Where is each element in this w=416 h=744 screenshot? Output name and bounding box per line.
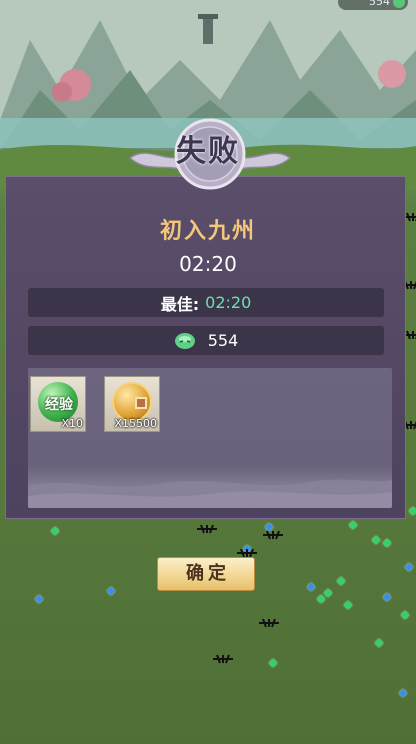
- ghost-currency-icon: [174, 332, 195, 349]
- exp-gem: [382, 538, 392, 548]
- ghost-currency-icon: [393, 0, 405, 8]
- enemy-sprite: [197, 524, 217, 534]
- reward-label: 经验: [45, 397, 73, 413]
- coin-hole: [135, 397, 147, 409]
- blue-gem: [106, 586, 116, 596]
- exp-gem: [400, 610, 410, 620]
- stage-title: 初入九州: [159, 219, 256, 244]
- blue-gem: [404, 562, 414, 572]
- reward-item[interactable]: X15500: [104, 376, 160, 432]
- rewards-area: 经验 X10 X15500: [28, 368, 392, 508]
- defeat-status-text: 失败: [176, 134, 240, 169]
- exp-gem: [50, 526, 60, 536]
- reward-quantity: X10: [61, 417, 83, 430]
- exp-gem: [371, 535, 381, 545]
- currency-amount: 554: [207, 331, 239, 350]
- exp-gem: [316, 594, 326, 604]
- exp-gem: [343, 600, 353, 610]
- exp-gem: [374, 638, 384, 648]
- cloud-decoration: [28, 479, 392, 508]
- top-counter-value: 554: [369, 0, 390, 8]
- copper-coin-icon: [112, 382, 152, 422]
- exp-gem: [336, 576, 346, 586]
- enemy-sprite: [263, 530, 283, 540]
- reward-item[interactable]: 经验 X10: [30, 376, 86, 432]
- top-resource-counter: 554: [338, 0, 408, 10]
- survival-time: 02:20: [179, 252, 237, 276]
- confirm-button[interactable]: 确定: [157, 557, 255, 591]
- exp-gem: [408, 506, 416, 516]
- best-time-row: 最佳: 02:20: [28, 288, 384, 317]
- best-time-value: 02:20: [205, 293, 252, 312]
- exp-gem: [268, 658, 278, 668]
- enemy-sprite: [259, 618, 279, 628]
- best-time-label: 最佳:: [160, 294, 200, 314]
- reward-quantity: X15500: [114, 417, 157, 430]
- exp-gem: [348, 520, 358, 530]
- blue-gem: [306, 582, 316, 592]
- enemy-sprite: [213, 654, 233, 664]
- exp-gem: [323, 588, 333, 598]
- blue-gem: [398, 688, 408, 698]
- currency-row: 554: [28, 326, 384, 355]
- blue-gem: [34, 594, 44, 604]
- blue-gem: [382, 592, 392, 602]
